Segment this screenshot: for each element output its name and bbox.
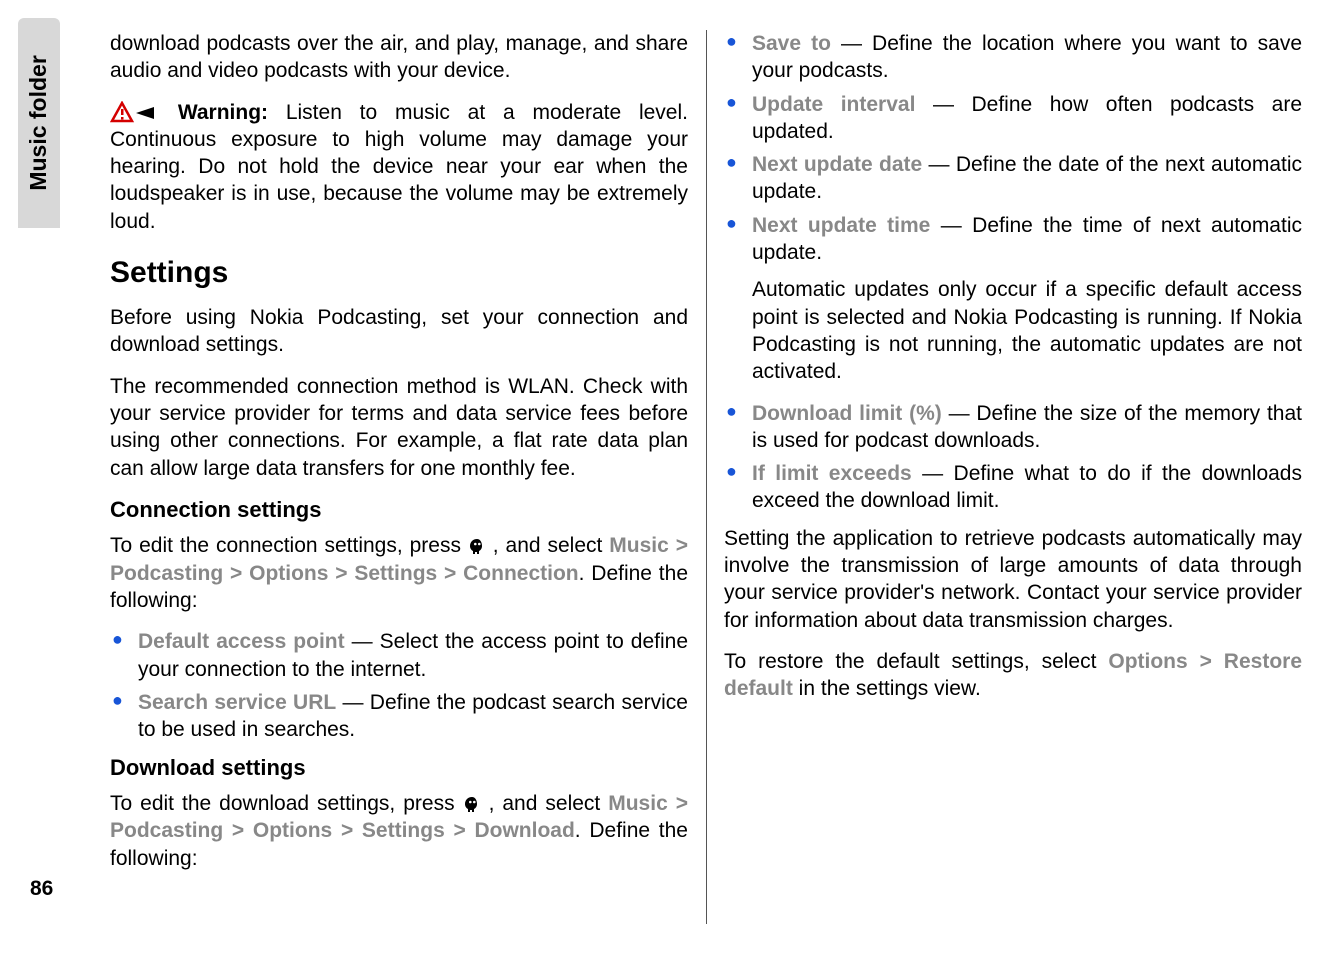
menu-key-icon <box>463 792 489 815</box>
sidebar-label: Music folder <box>24 55 54 190</box>
download-settings-list-2: Download limit (%) — Define the size of … <box>724 400 1302 515</box>
list-item: Save to — Define the location where you … <box>724 30 1302 85</box>
warning-label: Warning: <box>178 101 268 124</box>
settings-p2: The recommended connection method is WLA… <box>110 373 688 482</box>
list-item: Default access point — Select the access… <box>110 628 688 683</box>
list-item: Search service URL — Define the podcast … <box>110 689 688 744</box>
settings-p1: Before using Nokia Podcasting, set your … <box>110 304 688 359</box>
download-settings-heading: Download settings <box>110 754 688 783</box>
download-settings-list: Save to — Define the location where you … <box>724 30 1302 266</box>
list-item: Next update time — Define the time of ne… <box>724 212 1302 267</box>
restore-defaults: To restore the default settings, select … <box>724 648 1302 703</box>
connection-intro: To edit the connection settings, press ,… <box>110 532 688 614</box>
auto-update-note: Automatic updates only occur if a specif… <box>752 276 1302 385</box>
warning-icon <box>110 101 178 124</box>
intro-text: download podcasts over the air, and play… <box>110 30 688 85</box>
menu-key-icon <box>468 534 493 557</box>
list-item: Next update date — Define the date of th… <box>724 151 1302 206</box>
auto-retrieve-warning: Setting the application to retrieve podc… <box>724 525 1302 634</box>
warning-block: Warning: Listen to music at a moderate l… <box>110 99 688 235</box>
connection-settings-heading: Connection settings <box>110 496 688 525</box>
list-item: Update interval — Define how often podca… <box>724 91 1302 146</box>
connection-settings-list: Default access point — Select the access… <box>110 628 688 743</box>
download-intro: To edit the download settings, press , a… <box>110 790 688 872</box>
sidebar-tab: Music folder <box>18 18 60 228</box>
page-content: download podcasts over the air, and play… <box>110 30 1302 924</box>
list-item: Download limit (%) — Define the size of … <box>724 400 1302 455</box>
list-item: If limit exceeds — Define what to do if … <box>724 460 1302 515</box>
page-number: 86 <box>30 875 53 902</box>
settings-heading: Settings <box>110 253 688 292</box>
